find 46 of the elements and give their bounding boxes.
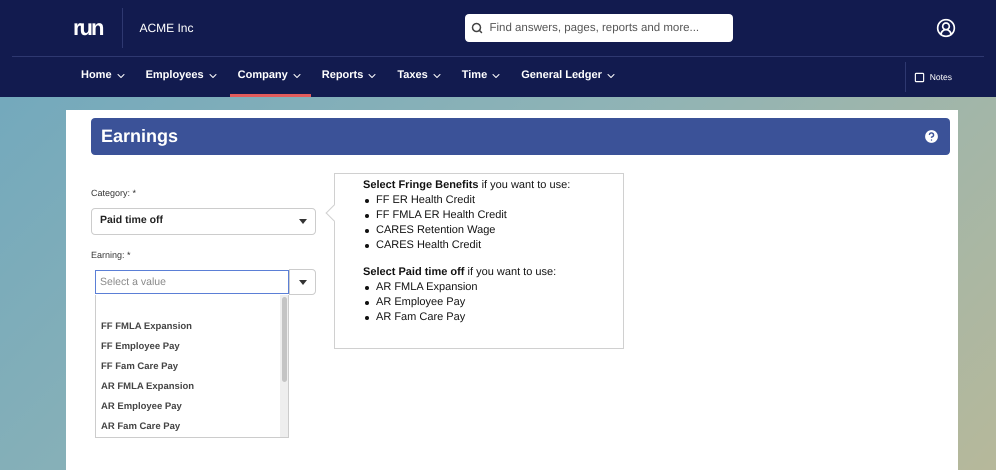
search-icon xyxy=(471,22,484,34)
bullet-icon xyxy=(365,198,369,202)
tooltip-item: FF ER Health Credit xyxy=(376,193,476,208)
bullet-icon xyxy=(365,316,369,320)
earning-field[interactable]: Select a value xyxy=(95,270,289,294)
nav-tab[interactable]: Home xyxy=(73,57,135,97)
nav-tab[interactable]: Reports xyxy=(314,57,386,97)
bullet-icon xyxy=(365,214,369,218)
field-label: Earning: * xyxy=(91,248,132,262)
dropdown-option[interactable]: AR Employee Pay xyxy=(96,397,280,417)
tooltip-heading: Select Fringe Benefits if you want to use: xyxy=(363,178,572,193)
bullet-icon xyxy=(365,228,369,232)
nav-tab[interactable]: Employees xyxy=(138,57,227,97)
notes-button[interactable]: Notes xyxy=(914,70,952,84)
nav-tab[interactable]: Taxes xyxy=(389,57,451,97)
notepad-icon xyxy=(914,72,925,82)
caret-icon xyxy=(299,218,307,224)
tooltip-item: AR FMLA Expansion xyxy=(376,280,478,295)
user-icon[interactable] xyxy=(936,18,956,38)
page-title: Earnings xyxy=(101,125,178,148)
search-field[interactable]: Find answers, pages, reports and more... xyxy=(465,14,734,42)
help-icon[interactable] xyxy=(923,128,940,145)
dropdown-option[interactable]: FF Fam Care Pay xyxy=(96,357,280,377)
tooltip-item: AR Fam Care Pay xyxy=(376,310,466,325)
dropdown-option[interactable]: AR Fam Care Pay xyxy=(96,417,280,437)
nav-tab[interactable]: Company xyxy=(230,57,311,97)
dropdown-option[interactable]: AR FMLA Expansion xyxy=(96,377,280,397)
bullet-icon xyxy=(365,300,369,304)
tooltip-heading: Select Paid time off if you want to use: xyxy=(363,265,558,280)
caret-icon xyxy=(298,280,306,284)
field-label: Category: * xyxy=(91,187,138,200)
category-select[interactable]: Paid time off xyxy=(91,208,316,234)
tooltip-item: AR Employee Pay xyxy=(376,295,466,310)
scrollbar[interactable] xyxy=(280,295,288,437)
dropdown-button[interactable] xyxy=(289,269,316,295)
bullet-icon xyxy=(365,286,369,290)
logo[interactable]: run xyxy=(73,8,124,48)
company-name: ACME Inc xyxy=(139,20,194,37)
bullet-icon xyxy=(365,244,369,248)
dropdown-option[interactable]: FF Employee Pay xyxy=(96,337,280,357)
tooltip-item: FF FMLA ER Health Credit xyxy=(376,208,507,223)
nav-tab[interactable]: Time xyxy=(454,57,510,97)
nav-tab[interactable]: General Ledger xyxy=(513,57,625,97)
tooltip-item: CARES Retention Wage xyxy=(376,223,496,238)
dropdown-option[interactable]: FF FMLA Expansion xyxy=(96,317,280,337)
tooltip-item: CARES Health Credit xyxy=(376,238,482,253)
